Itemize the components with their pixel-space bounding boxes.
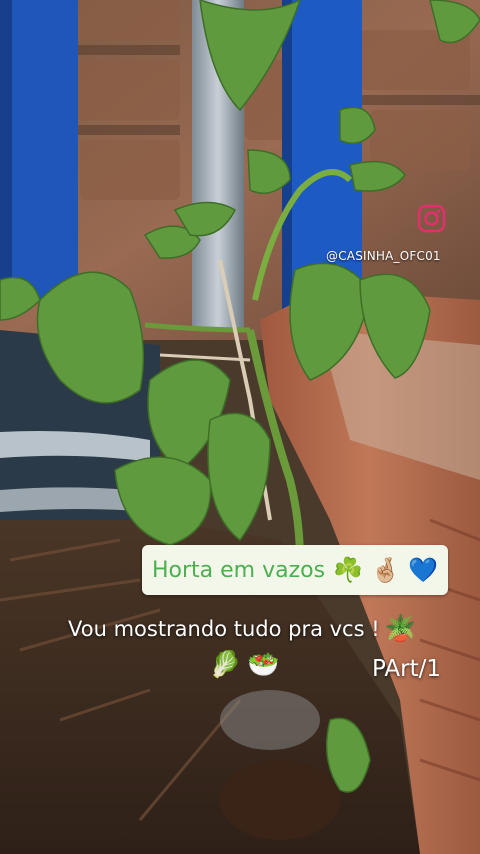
subtitle-text: Vou mostrando tudo pra vcs ! [68, 617, 380, 641]
potted-plant-emoji: 🪴 [384, 614, 417, 644]
food-emojis: 🥬🥗 [209, 650, 286, 680]
title-text: Horta em vazos [152, 557, 326, 583]
tomato-seedling-photo [0, 0, 480, 854]
part-label: PArt/1 [372, 656, 441, 682]
account-handle: @CASINHA_OFC01 [326, 249, 441, 263]
instagram-icon [417, 204, 446, 233]
title-emojis: ☘️ 🤞🏼 💙 [333, 556, 438, 584]
title-banner: Horta em vazos ☘️ 🤞🏼 💙 [142, 545, 448, 595]
